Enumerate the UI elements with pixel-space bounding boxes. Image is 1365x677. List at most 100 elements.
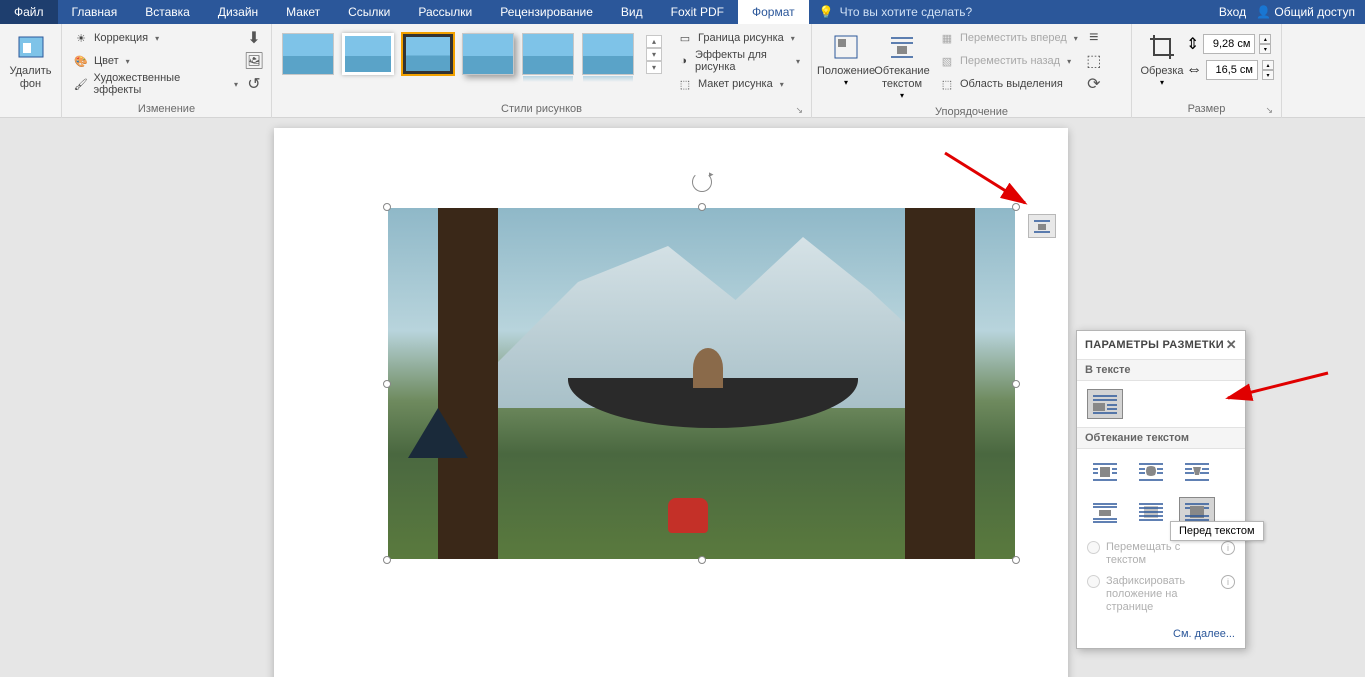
width-input[interactable] bbox=[1206, 60, 1258, 80]
tab-insert[interactable]: Вставка bbox=[131, 0, 204, 24]
group-label-change: Изменение bbox=[68, 101, 265, 118]
wrap-tight-button[interactable] bbox=[1133, 457, 1169, 487]
handle-tr[interactable] bbox=[1012, 203, 1020, 211]
height-row: ⇕ ▴▾ bbox=[1186, 33, 1274, 55]
group-label-styles: Стили рисунков↘ bbox=[278, 101, 805, 118]
bring-fwd-icon: ▦ bbox=[939, 30, 955, 46]
info-icon[interactable]: i bbox=[1221, 575, 1235, 589]
radio-move-with-text: Перемещать с текстом i bbox=[1087, 541, 1235, 567]
close-icon[interactable]: ✕ bbox=[1226, 337, 1237, 353]
height-input[interactable] bbox=[1203, 34, 1255, 54]
width-up[interactable]: ▴ bbox=[1262, 60, 1274, 70]
group-objects-button[interactable]: ⬚ bbox=[1083, 50, 1105, 72]
login-button[interactable]: Вход bbox=[1219, 5, 1246, 19]
style-thumb-2[interactable] bbox=[342, 33, 394, 75]
style-thumb-6[interactable] bbox=[582, 33, 634, 75]
tab-mailings[interactable]: Рассылки bbox=[404, 0, 486, 24]
tab-references[interactable]: Ссылки bbox=[334, 0, 404, 24]
gallery-up-button[interactable]: ▴ bbox=[646, 35, 662, 48]
wrap-icon bbox=[886, 31, 918, 63]
reset-picture-button[interactable]: ↺ bbox=[243, 73, 265, 95]
handle-r[interactable] bbox=[1012, 380, 1020, 388]
tell-me-search[interactable]: 💡 bbox=[809, 5, 1010, 19]
crop-icon bbox=[1146, 31, 1178, 63]
wrap-text-button[interactable]: Обтекание текстом▾ bbox=[874, 27, 930, 104]
section-inline: В тексте bbox=[1077, 359, 1245, 381]
handle-bl[interactable] bbox=[383, 556, 391, 564]
size-launcher[interactable]: ↘ bbox=[1265, 105, 1273, 116]
selected-image[interactable] bbox=[388, 208, 1015, 559]
style-thumb-5[interactable] bbox=[522, 33, 574, 75]
tab-file[interactable]: Файл bbox=[0, 0, 58, 24]
style-thumb-4[interactable] bbox=[462, 33, 514, 75]
page[interactable] bbox=[274, 128, 1068, 677]
effects-icon: 🖌 bbox=[73, 76, 89, 92]
change-picture-button[interactable]: 🖼 bbox=[243, 50, 265, 72]
remove-background-button[interactable]: Удалить фон bbox=[6, 27, 55, 95]
wrap-topbottom-button[interactable] bbox=[1087, 497, 1123, 527]
color-button[interactable]: 🎨 Цвет▾ bbox=[68, 50, 243, 72]
image-content bbox=[388, 208, 1015, 559]
radio-fix-input bbox=[1087, 575, 1100, 588]
palette-icon: 🎨 bbox=[73, 53, 89, 69]
gallery-more-button[interactable]: ▾ bbox=[646, 61, 662, 74]
wrap-inline-button[interactable] bbox=[1087, 389, 1123, 419]
border-icon: ▭ bbox=[677, 30, 693, 46]
group-icon: ⬚ bbox=[1086, 51, 1101, 71]
artistic-effects-button[interactable]: 🖌 Художественные эффекты▾ bbox=[68, 73, 243, 95]
brightness-icon: ☀ bbox=[73, 30, 89, 46]
tab-format[interactable]: Формат bbox=[738, 0, 809, 24]
layout-options-panel: ПАРАМЕТРЫ РАЗМЕТКИ ✕ В тексте Обтекание … bbox=[1076, 330, 1246, 649]
document-area: ПАРАМЕТРЫ РАЗМЕТКИ ✕ В тексте Обтекание … bbox=[0, 118, 1365, 677]
wrap-through-button[interactable] bbox=[1179, 457, 1215, 487]
corrections-button[interactable]: ☀ Коррекция▾ bbox=[68, 27, 243, 49]
position-icon bbox=[830, 31, 862, 63]
picture-layout-button[interactable]: ⬚ Макет рисунка▾ bbox=[672, 73, 805, 95]
gallery-down-button[interactable]: ▾ bbox=[646, 48, 662, 61]
width-down[interactable]: ▾ bbox=[1262, 70, 1274, 80]
tab-home[interactable]: Главная bbox=[58, 0, 132, 24]
menubar: Файл Главная Вставка Дизайн Макет Ссылки… bbox=[0, 0, 1365, 24]
layout-options-flyout-button[interactable] bbox=[1028, 214, 1056, 238]
height-up[interactable]: ▴ bbox=[1259, 34, 1271, 44]
picture-border-button[interactable]: ▭ Граница рисунка▾ bbox=[672, 27, 805, 49]
tab-view[interactable]: Вид bbox=[607, 0, 657, 24]
rotate-button[interactable]: ⟳ bbox=[1083, 73, 1105, 95]
picture-effects-button[interactable]: ◑ Эффекты для рисунка▾ bbox=[672, 50, 805, 72]
style-thumb-1[interactable] bbox=[282, 33, 334, 75]
wrap-behind-button[interactable] bbox=[1133, 497, 1169, 527]
handle-br[interactable] bbox=[1012, 556, 1020, 564]
handle-t[interactable] bbox=[698, 203, 706, 211]
bring-forward-button[interactable]: ▦ Переместить вперед▾ bbox=[934, 27, 1083, 49]
send-backward-button[interactable]: ▧ Переместить назад▾ bbox=[934, 50, 1083, 72]
info-icon[interactable]: i bbox=[1221, 541, 1235, 555]
selection-icon: ⬚ bbox=[939, 76, 955, 92]
radio-move-input bbox=[1087, 541, 1100, 554]
tab-review[interactable]: Рецензирование bbox=[486, 0, 607, 24]
handle-tl[interactable] bbox=[383, 203, 391, 211]
styles-launcher[interactable]: ↘ bbox=[795, 105, 803, 116]
height-down[interactable]: ▾ bbox=[1259, 44, 1271, 54]
compress-picture-button[interactable]: ⬇ bbox=[243, 27, 265, 49]
position-button[interactable]: Положение▾ bbox=[818, 27, 874, 91]
align-button[interactable]: ≡ bbox=[1083, 27, 1105, 49]
share-button[interactable]: 👤 Общий доступ bbox=[1256, 5, 1355, 19]
pic-layout-icon: ⬚ bbox=[677, 76, 693, 92]
compress-icon: ⬇ bbox=[247, 28, 260, 48]
reset-icon: ↺ bbox=[247, 74, 260, 94]
wrap-square-button[interactable] bbox=[1087, 457, 1123, 487]
tab-layout[interactable]: Макет bbox=[272, 0, 334, 24]
rotate-handle[interactable] bbox=[692, 172, 712, 192]
handle-b[interactable] bbox=[698, 556, 706, 564]
tooltip-infront: Перед текстом bbox=[1170, 521, 1264, 541]
picture-styles-gallery[interactable]: ▴ ▾ ▾ bbox=[278, 27, 666, 81]
height-icon: ⇕ bbox=[1186, 34, 1199, 54]
selection-pane-button[interactable]: ⬚ Область выделения bbox=[934, 73, 1083, 95]
search-input[interactable] bbox=[840, 5, 1000, 19]
handle-l[interactable] bbox=[383, 380, 391, 388]
see-more-link[interactable]: См. далее... bbox=[1077, 620, 1245, 648]
crop-button[interactable]: Обрезка▾ bbox=[1138, 27, 1186, 91]
style-thumb-3[interactable] bbox=[402, 33, 454, 75]
tab-design[interactable]: Дизайн bbox=[204, 0, 272, 24]
tab-foxit[interactable]: Foxit PDF bbox=[657, 0, 738, 24]
